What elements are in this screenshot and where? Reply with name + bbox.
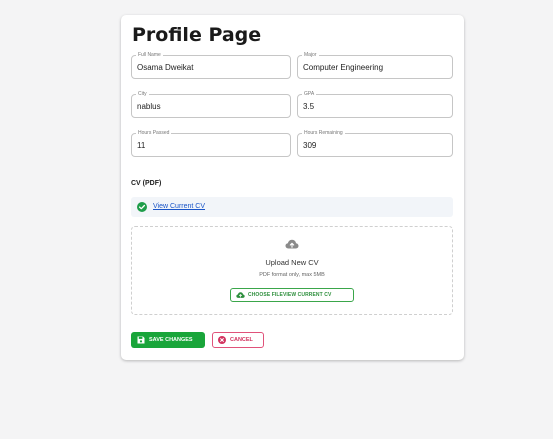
choose-file-button[interactable]: CHOOSE FILEVIEW CURRENT CV — [230, 288, 354, 302]
gpa-label: GPA — [302, 90, 317, 98]
hours-remaining-label: Hours Remaining — [302, 129, 345, 137]
choose-file-label: CHOOSE FILEVIEW CURRENT CV — [248, 292, 332, 298]
city-field[interactable]: City nablus — [131, 90, 291, 118]
cancel-label: CANCEL — [230, 337, 253, 343]
major-value[interactable]: Computer Engineering — [303, 63, 383, 73]
upload-title: Upload New CV — [265, 258, 319, 267]
cv-section-title: CV (PDF) — [131, 180, 162, 187]
save-changes-label: SAVE CHANGES — [149, 337, 193, 343]
save-changes-button[interactable]: SAVE CHANGES — [131, 332, 205, 348]
full-name-field[interactable]: Full Name Osama Dweikat — [131, 51, 291, 79]
gpa-field[interactable]: GPA 3.5 — [297, 90, 453, 118]
cv-upload-dropzone[interactable]: Upload New CV PDF format only, max 5MB C… — [131, 226, 453, 315]
view-current-cv-link[interactable]: View Current CV — [153, 203, 205, 210]
hours-remaining-value[interactable]: 309 — [303, 141, 316, 151]
upload-hint: PDF format only, max 5MB — [259, 272, 325, 278]
cloud-upload-icon — [285, 239, 299, 249]
profile-card: Profile Page Full Name Osama Dweikat Maj… — [121, 15, 464, 360]
gpa-value[interactable]: 3.5 — [303, 102, 314, 112]
full-name-label: Full Name — [136, 51, 163, 59]
page-title: Profile Page — [132, 24, 262, 46]
major-field[interactable]: Major Computer Engineering — [297, 51, 453, 79]
hours-passed-label: Hours Passed — [136, 129, 172, 137]
check-circle-icon — [137, 202, 147, 212]
floppy-disk-icon — [137, 336, 145, 344]
full-name-value[interactable]: Osama Dweikat — [137, 63, 193, 73]
cancel-circle-icon — [218, 336, 226, 344]
cloud-upload-icon — [236, 292, 245, 298]
hours-passed-value[interactable]: 11 — [137, 141, 145, 151]
cancel-button[interactable]: CANCEL — [212, 332, 264, 348]
major-label: Major — [302, 51, 319, 59]
city-label: City — [136, 90, 149, 98]
current-cv-bar: View Current CV — [131, 197, 453, 217]
hours-passed-field[interactable]: Hours Passed 11 — [131, 129, 291, 157]
city-value[interactable]: nablus — [137, 102, 161, 112]
hours-remaining-field[interactable]: Hours Remaining 309 — [297, 129, 453, 157]
